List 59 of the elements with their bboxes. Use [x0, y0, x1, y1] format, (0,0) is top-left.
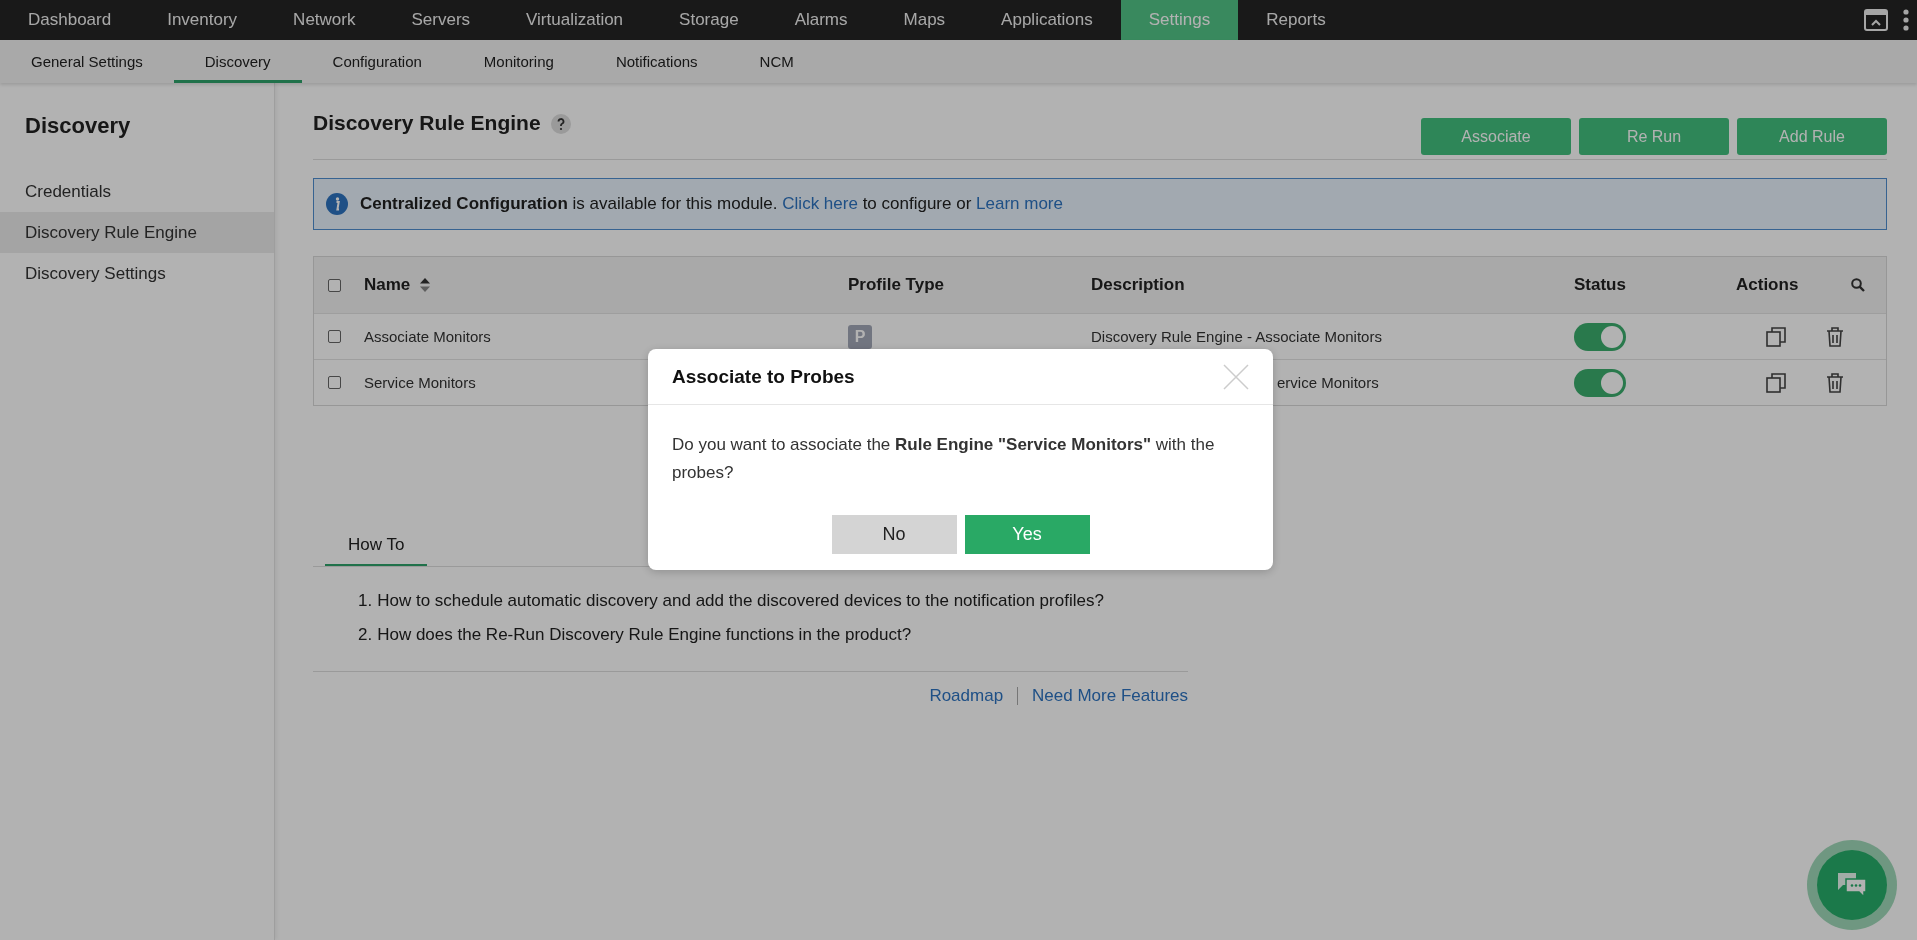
select-all-checkbox[interactable]	[328, 278, 341, 292]
status-toggle[interactable]	[1574, 368, 1626, 397]
search-icon[interactable]	[1851, 278, 1865, 292]
info-icon	[326, 193, 348, 215]
copy-icon[interactable]	[1766, 326, 1786, 347]
trash-icon[interactable]	[1826, 326, 1844, 347]
dialog-message: Do you want to associate the Rule Engine "Service Monitors" with the probes?	[671, 434, 1216, 484]
footer-link[interactable]: Roadmap	[929, 686, 1004, 706]
nav-tab[interactable]: Inventory	[139, 0, 266, 40]
list-number: 1.	[358, 591, 373, 611]
table-cell: Discovery Rule Engine - Associate Monitors	[1091, 328, 1382, 345]
how-to-tab[interactable]: How To	[325, 525, 428, 566]
banner-link[interactable]: Learn more	[976, 194, 1063, 213]
status-toggle[interactable]	[1574, 322, 1626, 351]
footer-link[interactable]: Need More Features	[1032, 686, 1188, 706]
table-cell: Service Monitors	[364, 374, 476, 391]
column-header: Name	[364, 275, 411, 295]
sub-nav-tab[interactable]: General Settings	[0, 40, 174, 83]
sort-icon[interactable]	[420, 278, 431, 292]
row-checkbox[interactable]	[328, 330, 341, 343]
row-checkbox[interactable]	[328, 376, 341, 389]
sub-nav-tab[interactable]: NCM	[728, 40, 825, 83]
column-header: Status	[1574, 275, 1626, 295]
column-header: Actions	[1736, 275, 1799, 295]
trash-icon[interactable]	[1826, 372, 1844, 393]
sub-nav-tab[interactable]: Configuration	[301, 40, 453, 83]
nav-tab[interactable]: Reports	[1238, 0, 1354, 40]
copy-icon[interactable]	[1766, 372, 1786, 393]
column-header: Profile Type	[848, 275, 945, 295]
how-to-link[interactable]: How does the Re-Run Discovery Rule Engine functions in the product?	[377, 625, 912, 645]
nav-tab[interactable]: Maps	[875, 0, 974, 40]
page-title: Discovery Rule Engine	[313, 111, 541, 135]
nav-tab[interactable]: Dashboard	[0, 0, 140, 40]
sidebar-item[interactable]: Discovery Rule Engine	[0, 212, 274, 253]
kebab-menu-icon[interactable]	[1903, 9, 1909, 31]
banner-link[interactable]: Click here	[782, 194, 858, 213]
nav-tab[interactable]: Servers	[383, 0, 499, 40]
cancel-button[interactable]: No	[831, 515, 957, 554]
banner-text: Centralized Configuration is available for this module. Click here to configure or Learn more	[360, 194, 1063, 214]
sidebar-title: Discovery	[24, 113, 132, 139]
nav-tab[interactable]: Applications	[973, 0, 1121, 40]
sub-nav-tab[interactable]: Monitoring	[452, 40, 585, 83]
help-icon[interactable]	[550, 114, 571, 134]
dialog-title: Associate to Probes	[672, 365, 855, 388]
window-icon[interactable]	[1863, 8, 1889, 32]
column-header: Description	[1091, 275, 1185, 295]
how-to-link[interactable]: How to schedule automatic discovery and add the discovered devices to the notification profiles?	[377, 591, 1104, 611]
chat-button[interactable]	[1817, 850, 1887, 920]
profile-type-badge: P	[848, 324, 872, 349]
sidebar-item[interactable]: Discovery Settings	[0, 253, 274, 294]
table-cell: ervice Monitors	[1277, 374, 1379, 391]
table-cell: Associate Monitors	[364, 328, 491, 345]
nav-tab[interactable]: Storage	[651, 0, 767, 40]
sub-nav-tab[interactable]: Notifications	[584, 40, 729, 83]
nav-tab[interactable]: Alarms	[766, 0, 876, 40]
nav-tab[interactable]: Network	[265, 0, 384, 40]
sidebar-item[interactable]: Credentials	[0, 171, 274, 212]
nav-tab[interactable]: Virtualization	[498, 0, 652, 40]
list-number: 2.	[358, 625, 373, 645]
